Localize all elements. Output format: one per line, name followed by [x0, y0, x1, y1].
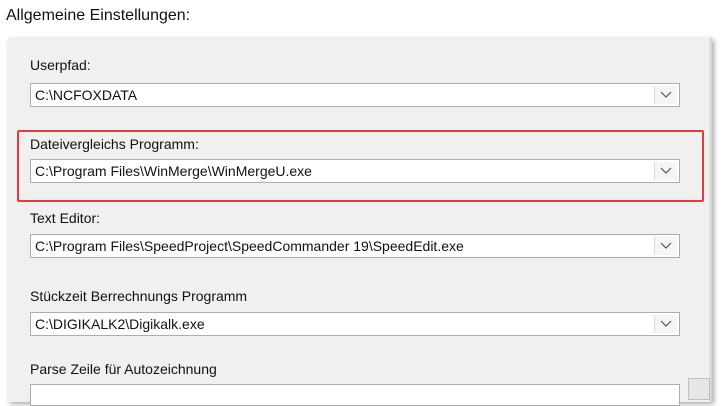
chevron-down-icon [660, 242, 672, 249]
stueckzeit-value: C:\DIGIKALK2\Digikalk.exe [35, 316, 205, 332]
text-editor-combobox[interactable]: C:\Program Files\SpeedProject\SpeedComma… [30, 234, 680, 258]
stueckzeit-dropdown-button[interactable] [654, 315, 677, 333]
stueckzeit-combobox[interactable]: C:\DIGIKALK2\Digikalk.exe [30, 312, 680, 336]
text-editor-value: C:\Program Files\SpeedProject\SpeedComma… [35, 238, 464, 254]
parse-zeile-side-button[interactable] [688, 378, 710, 400]
chevron-down-icon [660, 91, 672, 98]
userpfad-dropdown-button[interactable] [654, 86, 677, 104]
panel-edge [709, 38, 712, 402]
userpfad-label: Userpfad: [30, 57, 91, 73]
stueckzeit-label: Stückzeit Berrechnungs Programm [30, 288, 248, 304]
userpfad-combobox[interactable]: C:\NCFOXDATA [30, 83, 680, 107]
highlight-frame [17, 130, 704, 202]
userpfad-value: C:\NCFOXDATA [35, 87, 138, 103]
parse-zeile-input[interactable] [30, 384, 680, 406]
parse-zeile-label: Parse Zeile für Autozeichnung [30, 361, 217, 377]
page-title: Allgemeine Einstellungen: [6, 7, 191, 24]
text-editor-label: Text Editor: [30, 210, 101, 226]
text-editor-dropdown-button[interactable] [654, 237, 677, 255]
chevron-down-icon [660, 320, 672, 327]
